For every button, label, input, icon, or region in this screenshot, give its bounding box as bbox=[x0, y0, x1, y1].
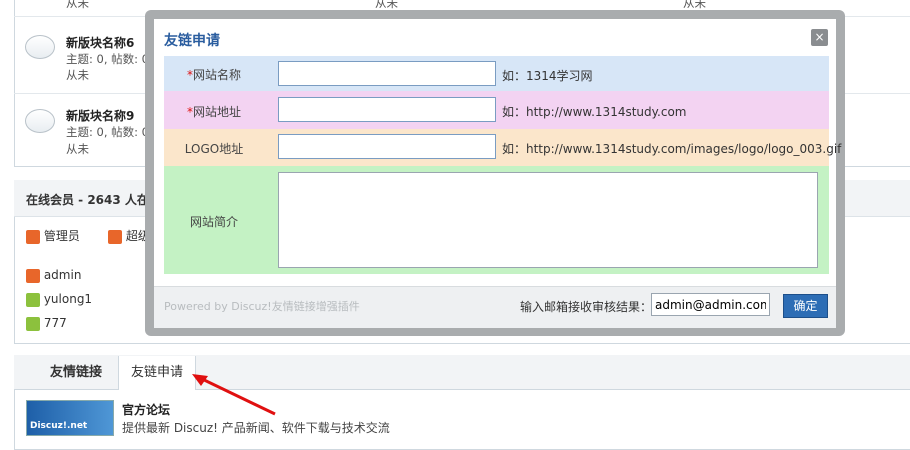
legend-admin-label: 管理员 bbox=[43, 229, 80, 243]
site-desc-textarea[interactable] bbox=[278, 172, 818, 268]
forum-bubble-icon bbox=[25, 35, 55, 59]
forum-bubble-icon bbox=[25, 109, 55, 133]
admin-user-icon bbox=[26, 268, 40, 283]
member-user-icon bbox=[26, 292, 40, 307]
site-logo-text: Discuz!.net bbox=[30, 421, 88, 431]
tab-friend-links[interactable]: 友情链接 bbox=[38, 356, 114, 389]
dialog-title: 友链申请 bbox=[164, 33, 220, 49]
forum-last-post: 从未 bbox=[66, 142, 89, 156]
member-user-icon bbox=[26, 316, 40, 331]
legend-admin: 管理员 bbox=[26, 227, 80, 244]
forum-name-link[interactable]: 新版块名称6 bbox=[66, 34, 134, 51]
admin-user-icon bbox=[26, 229, 40, 244]
email-input[interactable] bbox=[651, 293, 770, 316]
site-desc-label: 网站简介 bbox=[189, 215, 238, 229]
powered-by-text: Powered by Discuz!友情链接增强插件 bbox=[164, 300, 360, 313]
site-name-hint: 如：1314学习网 bbox=[502, 69, 593, 83]
forum-last-post: 从未 bbox=[66, 0, 89, 10]
forum-last-post: 从未 bbox=[66, 68, 89, 82]
forum-stats: 主题: 0, 帖数: 0 bbox=[66, 125, 150, 139]
red-arrow-annotation bbox=[192, 374, 276, 416]
email-label: 输入邮箱接收审核结果： bbox=[520, 300, 653, 314]
forum-name-link[interactable]: 新版块名称9 bbox=[66, 107, 134, 124]
site-name-input[interactable] bbox=[278, 61, 496, 86]
site-url-input[interactable] bbox=[278, 97, 496, 122]
close-icon[interactable]: × bbox=[811, 29, 828, 46]
logo-url-input[interactable] bbox=[278, 134, 496, 159]
forum-stats: 主题: 0, 帖数: 0 bbox=[66, 52, 150, 66]
online-user-name[interactable]: admin bbox=[44, 268, 82, 282]
site-description: 提供最新 Discuz! 产品新闻、软件下载与技术交流 bbox=[122, 421, 390, 435]
site-url-label-text: 网站地址 bbox=[192, 105, 241, 119]
site-url-hint: 如：http://www.1314study.com bbox=[502, 105, 687, 119]
logo-url-label: LOGO地址 bbox=[184, 142, 244, 156]
submit-button[interactable]: 确定 bbox=[783, 294, 828, 318]
site-name-label-text: 网站名称 bbox=[192, 68, 241, 82]
supermod-user-icon bbox=[108, 229, 122, 244]
online-user[interactable]: 777 bbox=[26, 316, 67, 331]
online-user-name[interactable]: yulong1 bbox=[44, 292, 92, 306]
online-user[interactable]: admin bbox=[26, 268, 81, 283]
tab-link-apply[interactable]: 友链申请 bbox=[118, 356, 197, 390]
site-url-label: *网站地址 bbox=[164, 103, 264, 120]
site-title-link[interactable]: 官方论坛 bbox=[122, 401, 170, 418]
online-user-name[interactable]: 777 bbox=[44, 316, 67, 330]
online-members-title: 在线会员 - 2643 人在线 bbox=[26, 193, 161, 207]
site-name-label: *网站名称 bbox=[164, 66, 264, 83]
logo-url-hint: 如：http://www.1314study.com/images/logo/l… bbox=[502, 142, 842, 156]
online-user[interactable]: yulong1 bbox=[26, 292, 92, 307]
